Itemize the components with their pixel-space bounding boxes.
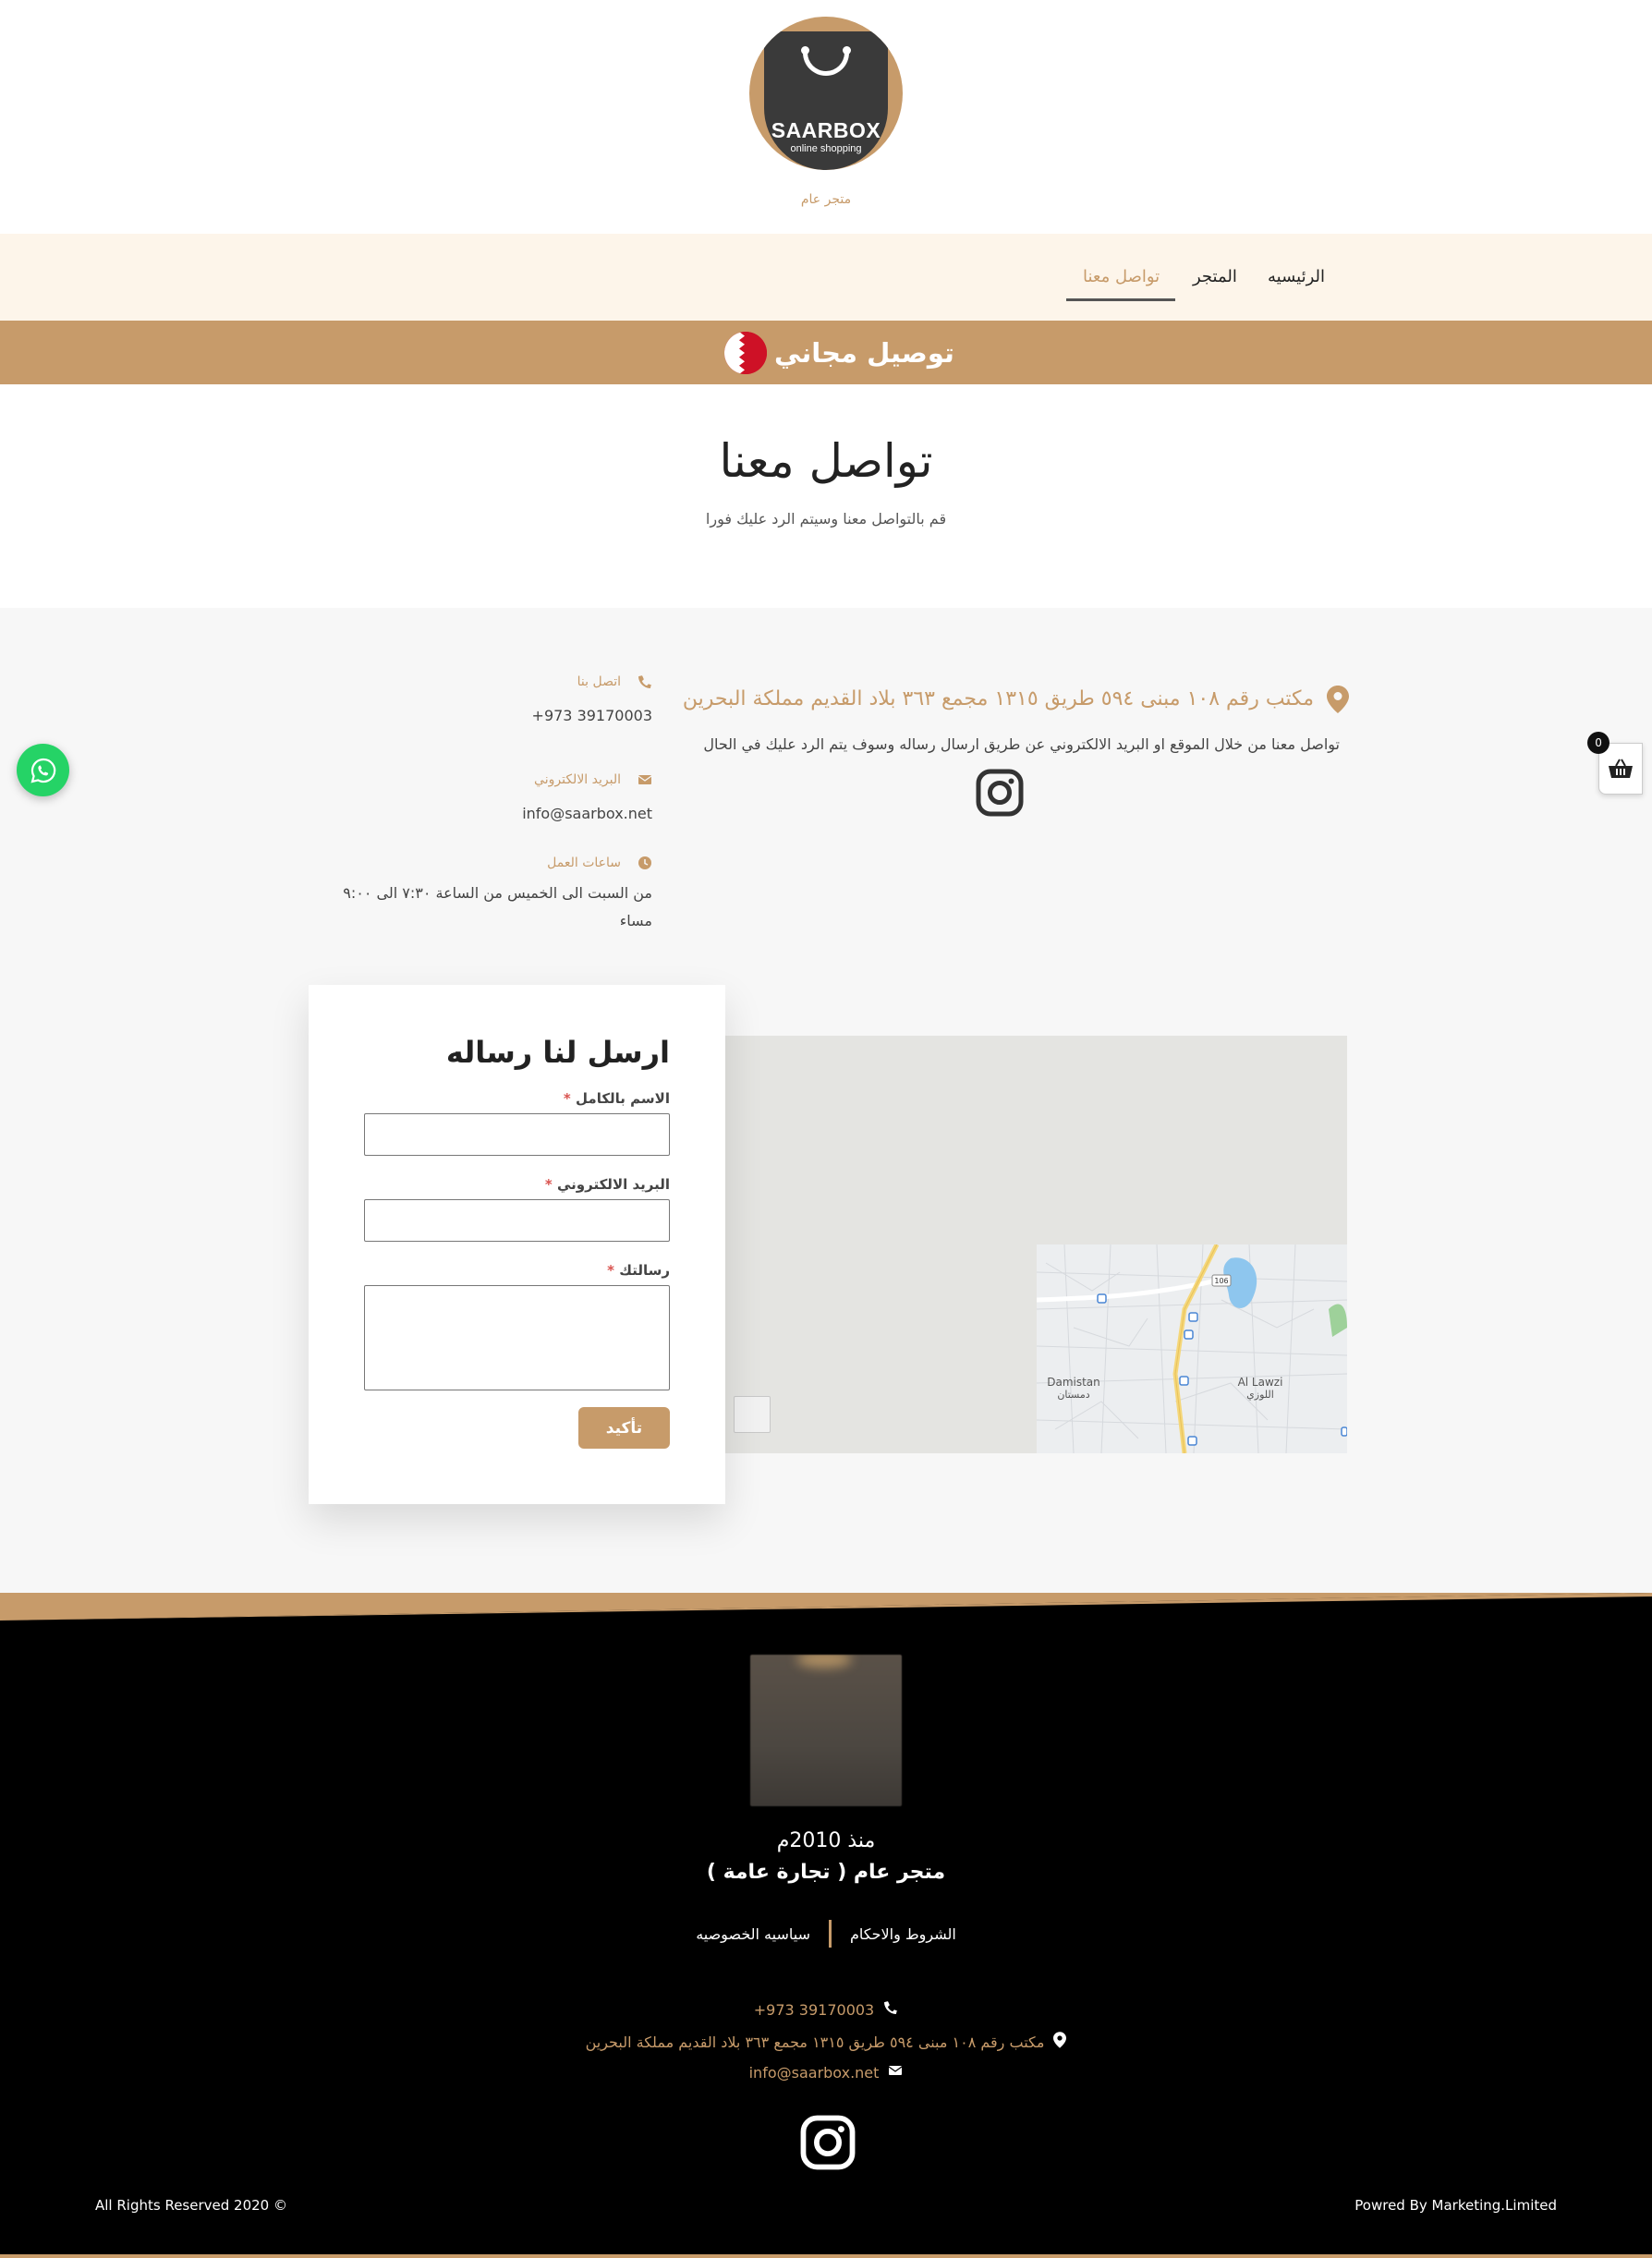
powered-by-text: Powred By Marketing.Limited: [1354, 2197, 1557, 2214]
email-field[interactable]: [364, 1199, 670, 1242]
hours-line-2: مساء: [619, 912, 652, 929]
map-label-damistan-ar: دمستان: [1057, 1389, 1089, 1401]
phone-label: اتصل بنا: [577, 674, 621, 689]
footer-address-text: مكتب رقم ١٠٨ مبنى ٥٩٤ طريق ١٣١٥ مجمع ٣٦٣…: [585, 2033, 1045, 2051]
footer-instagram-icon[interactable]: [800, 2115, 856, 2174]
site-logo[interactable]: SAARBOX online shopping: [749, 17, 903, 170]
nav-item-shop[interactable]: المتجر: [1193, 267, 1237, 286]
page-subtitle: قم بالتواصل معنا وسيتم الرد عليك فورا: [705, 510, 947, 528]
terms-link[interactable]: الشروط والاحكام: [850, 1925, 956, 1943]
footer-accent-stripe: [0, 1593, 1652, 1621]
main-nav: الرئيسيه المتجر تواصل معنا: [0, 234, 1652, 321]
footer-phone-text: +973 39170003: [753, 2000, 875, 2019]
nav-active-indicator: [1066, 298, 1175, 301]
map-road-number: 106: [1214, 1277, 1228, 1285]
message-field-label: رسالتك *: [607, 1262, 670, 1279]
email-label: البريد الالكتروني: [534, 772, 621, 787]
phone-icon: [638, 674, 652, 689]
privacy-link[interactable]: سياسيه الخصوصيه: [696, 1925, 810, 1943]
hours-info: ساعات العمل من السبت الى الخميس من الساع…: [343, 856, 652, 935]
whatsapp-icon: [30, 758, 55, 783]
email-address[interactable]: info@saarbox.net: [522, 800, 652, 828]
hours-label: ساعات العمل: [547, 856, 621, 870]
submit-button[interactable]: تأكيد: [578, 1407, 670, 1449]
location-pin-icon: [1327, 686, 1349, 717]
footer-bottom-line: [0, 2254, 1652, 2258]
map-label-lawzi-ar: اللوزي: [1246, 1389, 1274, 1401]
instagram-icon[interactable]: [976, 769, 1024, 820]
footer-email-text: info@saarbox.net: [748, 2063, 880, 2082]
footer-email[interactable]: info@saarbox.net: [0, 2063, 1652, 2082]
footer-address: مكتب رقم ١٠٨ مبنى ٥٩٤ طريق ١٣١٥ مجمع ٣٦٣…: [0, 2032, 1652, 2052]
logo-sub-text: online shopping: [790, 143, 862, 154]
email-info: البريد الالكتروني info@saarbox.net: [522, 772, 652, 828]
message-field[interactable]: [364, 1285, 670, 1390]
shopping-bag-logo-icon: SAARBOX online shopping: [764, 31, 888, 170]
page-title: تواصل معنا: [719, 434, 933, 488]
footer-link-separator: [828, 1920, 832, 1948]
whatsapp-button[interactable]: [17, 744, 69, 796]
phone-info: اتصل بنا +973 39170003: [532, 674, 652, 730]
copyright-text: All Rights Reserved 2020 ©: [95, 2197, 287, 2214]
map-label-lawzi: Al Lawzi: [1238, 1376, 1283, 1389]
hours-line-1: من السبت الى الخميس من الساعة ٧:٣٠ الى ٩…: [343, 884, 652, 902]
footer-links: الشروط والاحكام سياسيه الخصوصيه: [0, 1920, 1652, 1948]
phone-number[interactable]: +973 39170003: [532, 702, 652, 730]
footer-logo: [750, 1655, 902, 1806]
name-field-label: الاسم بالكامل *: [563, 1090, 670, 1107]
email-field-label: البريد الالكتروني *: [544, 1176, 670, 1193]
logo-brand-text: SAARBOX: [771, 118, 881, 142]
contact-form: ارسل لنا رساله الاسم بالكامل * البريد ال…: [309, 985, 725, 1504]
contact-description: تواصل معنا من خلال الموقع او البريد الال…: [703, 735, 1340, 753]
envelope-icon: [638, 772, 652, 787]
footer-company: متجر عام ( تجارة عامة ): [706, 1861, 946, 1884]
footer-since: منذ 2010م: [776, 1829, 876, 1852]
envelope-icon: [888, 2063, 903, 2082]
map-tile: 106 Damistan دمستان Al Lawzi اللوزي: [1037, 1244, 1347, 1453]
map-label-damistan: Damistan: [1047, 1376, 1100, 1389]
phone-icon: [883, 2000, 898, 2019]
nav-item-home[interactable]: الرئيسيه: [1268, 267, 1325, 286]
banner-text: توصيل مجاني: [774, 337, 954, 369]
name-field[interactable]: [364, 1113, 670, 1156]
address-line: مكتب رقم ١٠٨ مبنى ٥٩٤ طريق ١٣١٥ مجمع ٣٦٣…: [683, 684, 1349, 721]
site-tagline: متجر عام: [800, 192, 852, 207]
map-control-button[interactable]: [734, 1396, 771, 1433]
clock-icon: [638, 856, 652, 870]
footer-phone[interactable]: +973 39170003: [0, 2000, 1652, 2019]
office-address: مكتب رقم ١٠٨ مبنى ٥٩٤ طريق ١٣١٥ مجمع ٣٦٣…: [682, 687, 1314, 710]
cart-count-badge: 0: [1587, 732, 1609, 754]
form-title: ارسل لنا رساله: [445, 1035, 670, 1070]
bahrain-flag-icon: [724, 332, 767, 374]
nav-item-contact[interactable]: تواصل معنا: [1083, 267, 1160, 286]
location-map[interactable]: 106 Damistan دمستان Al Lawzi اللوزي: [724, 1036, 1347, 1453]
basket-icon: [1609, 759, 1633, 778]
free-delivery-banner: توصيل مجاني: [0, 321, 1652, 384]
location-pin-icon: [1053, 2032, 1067, 2052]
